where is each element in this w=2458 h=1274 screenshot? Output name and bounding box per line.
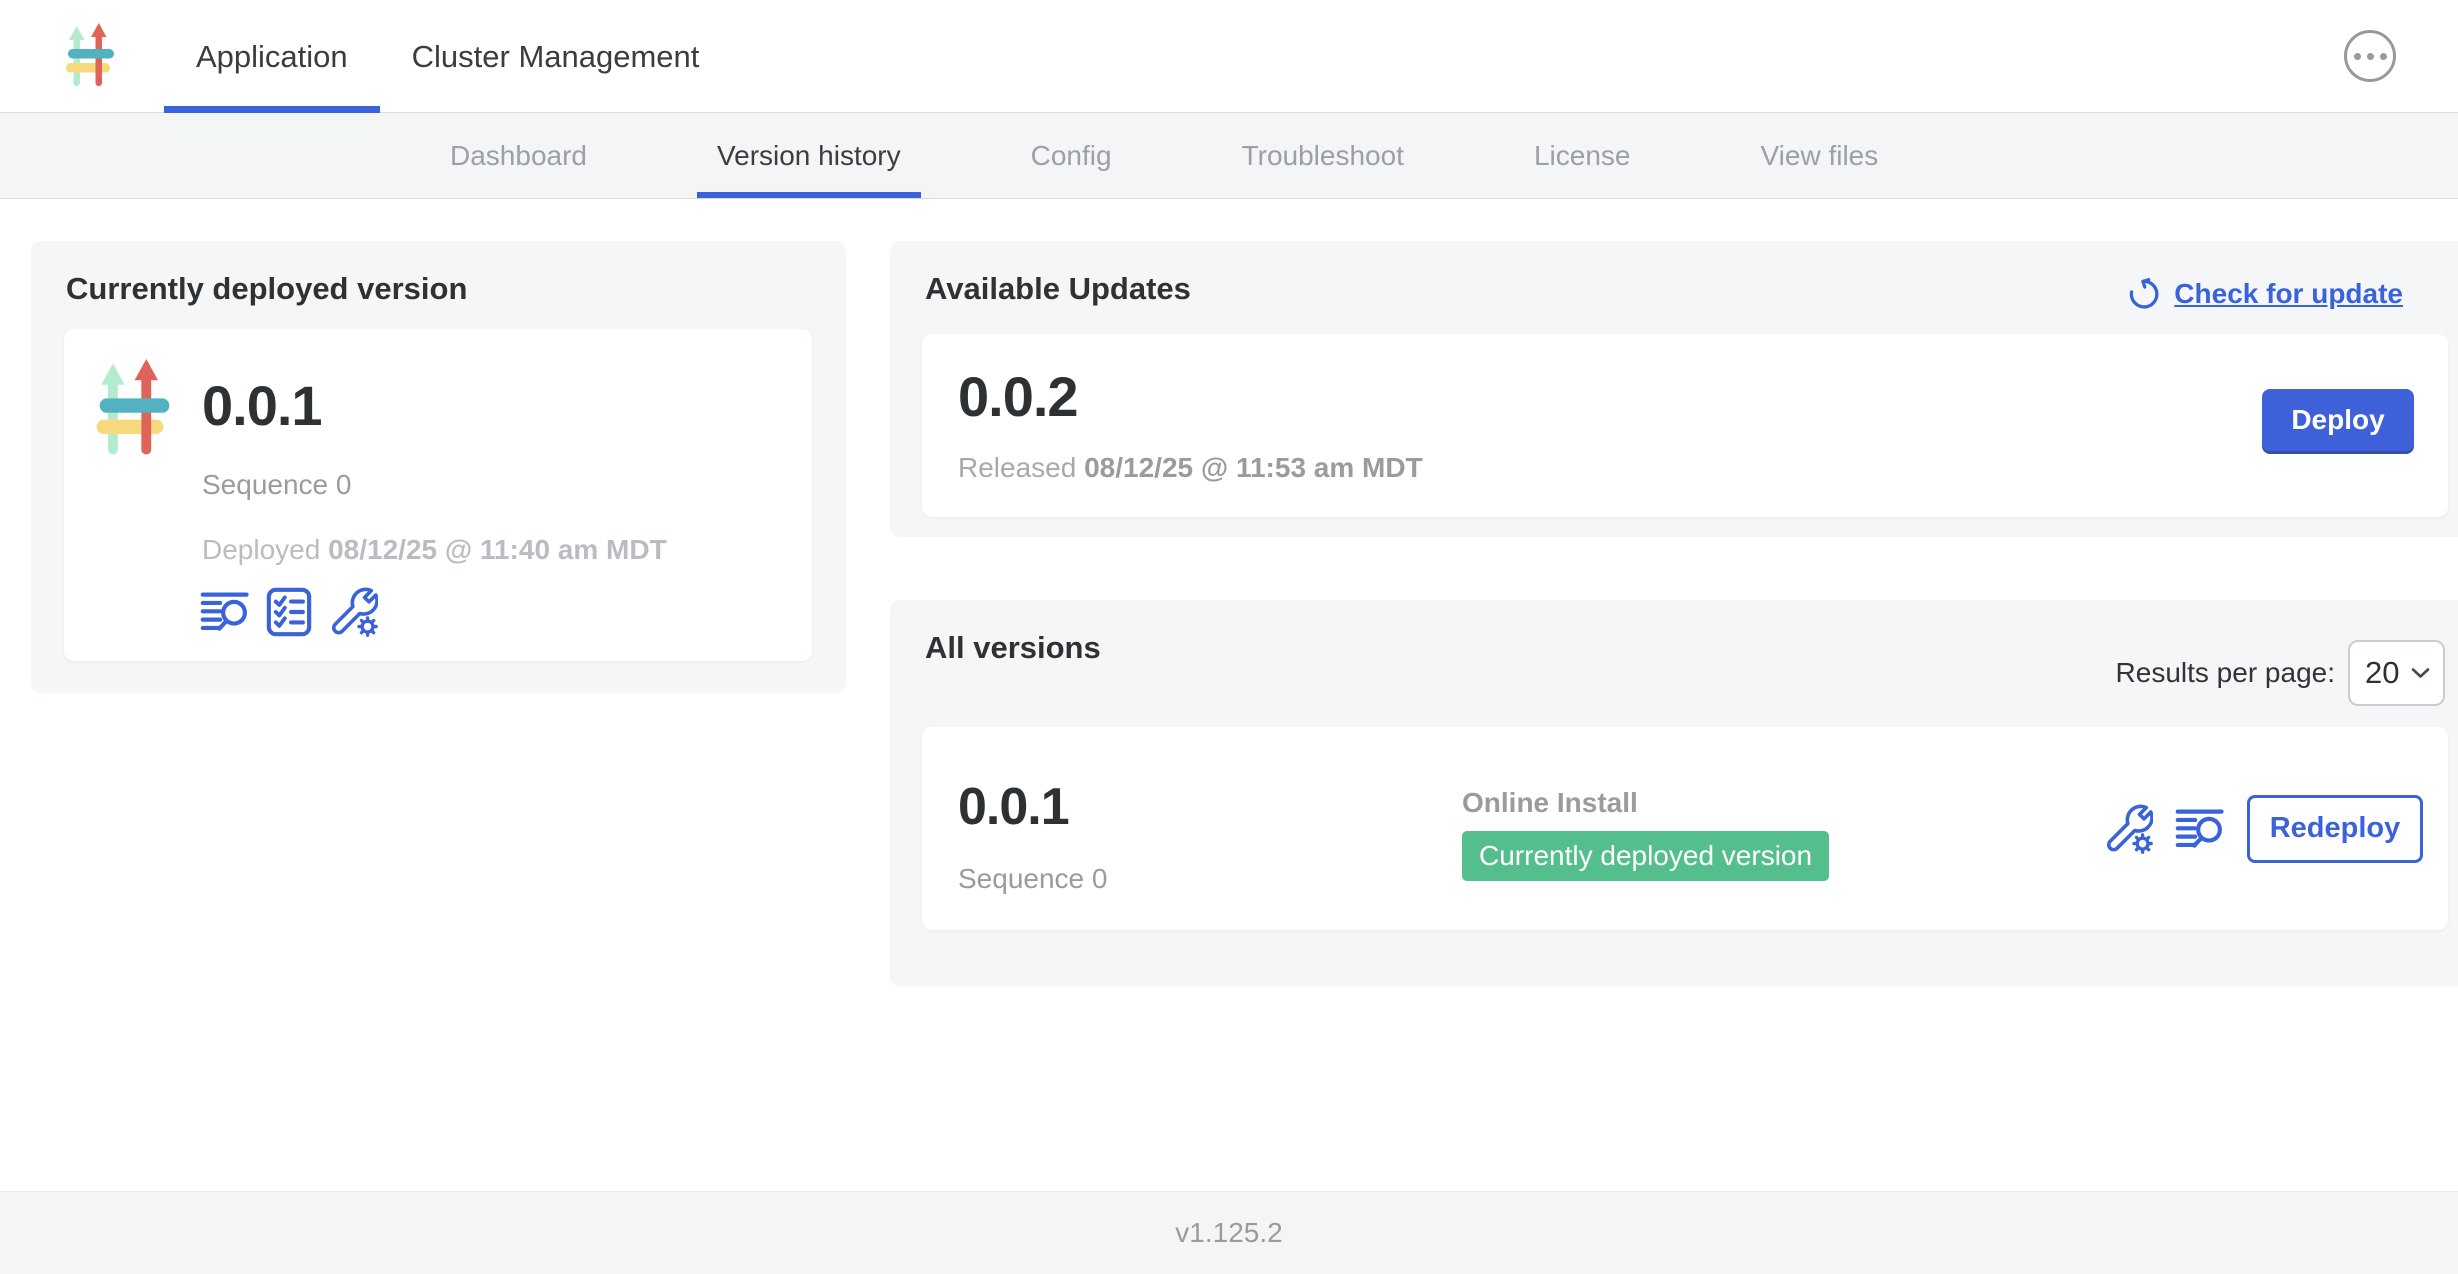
- wrench-gear-icon[interactable]: [2103, 804, 2153, 854]
- preflight-checklist-icon[interactable]: [264, 587, 314, 637]
- main-content: Currently deployed version 0.0.1 Sequenc…: [0, 199, 2458, 1190]
- deployed-version-panel: 0.0.1 Sequence 0 Deployed 08/12/25 @ 11:…: [64, 329, 812, 661]
- app-subnav: Dashboard Version history Config Trouble…: [0, 113, 2458, 199]
- deploy-button[interactable]: Deploy: [2262, 389, 2414, 451]
- check-for-update-link[interactable]: Check for update: [2125, 275, 2403, 312]
- subnav-item-version-history[interactable]: Version history: [652, 113, 966, 198]
- tab-cluster-management-label: Cluster Management: [412, 39, 700, 75]
- row-actions: Redeploy: [2103, 727, 2423, 930]
- logs-search-icon[interactable]: [200, 587, 250, 637]
- version-row: 0.0.1 Sequence 0 Online Install Currentl…: [922, 727, 2448, 930]
- subnav-item-license[interactable]: License: [1469, 113, 1696, 198]
- results-per-page-select[interactable]: 20: [2348, 640, 2445, 706]
- update-version-number: 0.0.2: [958, 364, 1078, 429]
- results-per-page-value: 20: [2365, 655, 2399, 691]
- refresh-icon: [2125, 275, 2162, 312]
- ellipsis-icon: [2354, 53, 2387, 60]
- tab-application[interactable]: Application: [164, 0, 380, 113]
- deployed-timestamp: Deployed 08/12/25 @ 11:40 am MDT: [202, 534, 667, 566]
- subnav-label: Config: [1031, 140, 1112, 172]
- subnav-label: View files: [1760, 140, 1878, 172]
- currently-deployed-card: Currently deployed version 0.0.1 Sequenc…: [31, 241, 846, 693]
- update-row: 0.0.2 Released 08/12/25 @ 11:53 am MDT D…: [922, 334, 2448, 517]
- subnav-item-view-files[interactable]: View files: [1695, 113, 1943, 198]
- results-per-page: Results per page: 20: [2116, 640, 2445, 706]
- overflow-menu-button[interactable]: [2344, 30, 2396, 82]
- app-header: Application Cluster Management: [0, 0, 2458, 113]
- row-install-type: Online Install: [1462, 787, 1638, 819]
- results-per-page-label: Results per page:: [2116, 657, 2335, 689]
- check-for-update-label: Check for update: [2174, 278, 2403, 310]
- all-versions-card: All versions Results per page: 20 0.0.1 …: [890, 600, 2458, 987]
- all-versions-title: All versions: [925, 630, 1101, 666]
- subnav-label: Troubleshoot: [1242, 140, 1404, 172]
- available-updates-card: Available Updates Check for update 0.0.2…: [890, 241, 2458, 537]
- chevron-down-icon: [2411, 667, 2430, 679]
- subnav-item-dashboard[interactable]: Dashboard: [385, 113, 652, 198]
- available-updates-title: Available Updates: [925, 271, 1191, 307]
- deployed-action-icons: [200, 587, 378, 637]
- app-logo-arrows-icon: [62, 22, 118, 90]
- subnav-label: Version history: [717, 140, 901, 172]
- logs-search-icon[interactable]: [2175, 804, 2225, 854]
- tab-cluster-management[interactable]: Cluster Management: [380, 0, 732, 113]
- released-date: 08/12/25 @ 11:53 am MDT: [1084, 452, 1423, 483]
- subnav-item-config[interactable]: Config: [966, 113, 1177, 198]
- wrench-gear-icon[interactable]: [328, 587, 378, 637]
- console-version: v1.125.2: [1175, 1217, 1282, 1249]
- subnav-label: License: [1534, 140, 1631, 172]
- deployed-sequence: Sequence 0: [202, 469, 351, 501]
- currently-deployed-badge: Currently deployed version: [1462, 831, 1829, 881]
- row-sequence: Sequence 0: [958, 863, 1107, 895]
- app-logo-arrows-icon: [89, 359, 177, 459]
- released-prefix: Released: [958, 452, 1084, 483]
- deployed-version-number: 0.0.1: [202, 373, 322, 438]
- app-footer: v1.125.2: [0, 1191, 2458, 1274]
- currently-deployed-title: Currently deployed version: [66, 271, 467, 307]
- row-version-number: 0.0.1: [958, 777, 1069, 837]
- tab-application-label: Application: [196, 39, 348, 75]
- update-released-timestamp: Released 08/12/25 @ 11:53 am MDT: [958, 452, 1423, 484]
- redeploy-button[interactable]: Redeploy: [2247, 795, 2423, 863]
- header-tabs: Application Cluster Management: [164, 0, 731, 113]
- subnav-item-troubleshoot[interactable]: Troubleshoot: [1177, 113, 1469, 198]
- subnav-label: Dashboard: [450, 140, 587, 172]
- deployed-prefix: Deployed: [202, 534, 328, 565]
- deployed-date: 08/12/25 @ 11:40 am MDT: [328, 534, 667, 565]
